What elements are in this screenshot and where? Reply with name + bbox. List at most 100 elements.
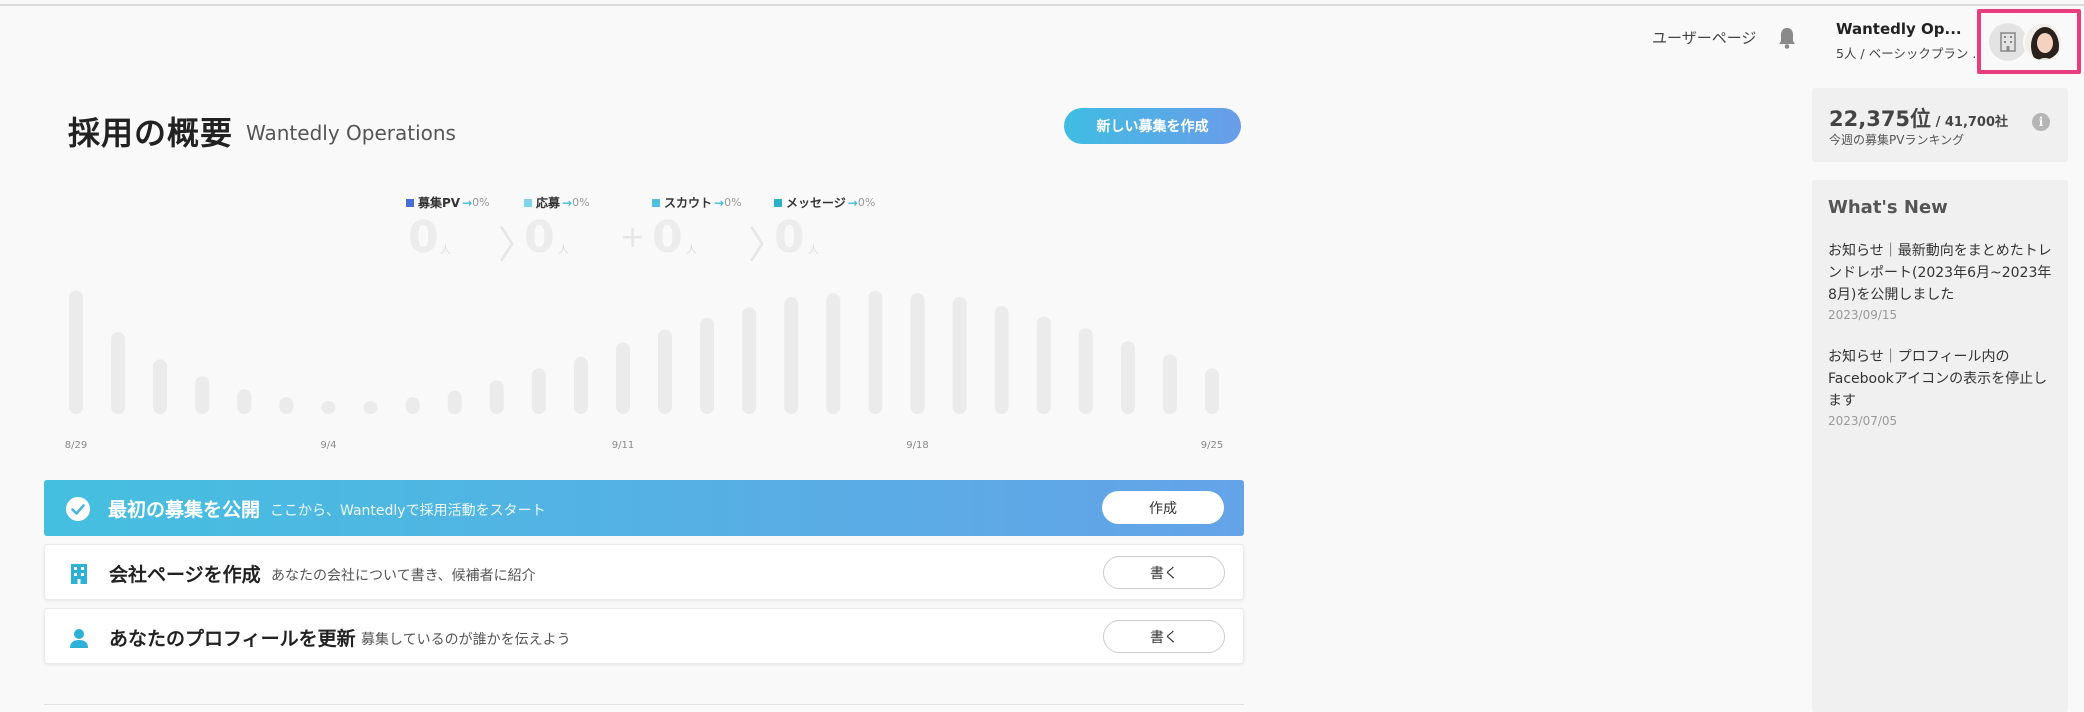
create-button[interactable]: 作成 bbox=[1102, 491, 1224, 524]
x-tick-label: 9/25 bbox=[1201, 440, 1223, 451]
account-name: Wantedly Op... bbox=[1836, 20, 1962, 38]
x-tick-label: 9/4 bbox=[320, 440, 336, 451]
chart-bar bbox=[826, 293, 841, 414]
news-text: お知らせ｜プロフィール内のFacebookアイコンの表示を停止します bbox=[1828, 349, 2048, 409]
building-icon bbox=[67, 562, 91, 586]
stat-pct: 0% bbox=[472, 196, 490, 209]
whats-new-panel: What's New お知らせ｜最新動向をまとめたトレンドレポート(2023年6… bbox=[1812, 180, 2068, 712]
task-title: あなたのプロフィールを更新 bbox=[109, 628, 356, 650]
chart-bar bbox=[195, 376, 210, 414]
ranking-rank: 22,375位 bbox=[1829, 107, 1932, 131]
news-text: お知らせ｜最新動向をまとめたトレンドレポート(2023年6月~2023年8月)を… bbox=[1828, 243, 2052, 303]
news-item[interactable]: お知らせ｜最新動向をまとめたトレンドレポート(2023年6月~2023年8月)を… bbox=[1828, 240, 2060, 322]
page-title: 採用の概要 bbox=[68, 114, 234, 152]
chart-bar bbox=[1036, 316, 1051, 414]
account-switcher[interactable]: Wantedly Op... 5人 / ベーシックプラン ... bbox=[1836, 20, 1976, 62]
stat-value-apply: 0 bbox=[524, 212, 555, 263]
company-name: Wantedly Operations bbox=[246, 121, 456, 145]
avatar-menu[interactable] bbox=[1977, 9, 2081, 74]
chart-bar bbox=[531, 368, 546, 414]
chart-bar bbox=[994, 306, 1009, 414]
chart-bar bbox=[1162, 354, 1177, 414]
stat-value-scout: 0 bbox=[652, 212, 683, 263]
chart-bar bbox=[784, 297, 799, 414]
stat-legend-message: メッセージ → 0% bbox=[774, 194, 875, 211]
stat-label: 応募 bbox=[536, 196, 561, 210]
task-desc: 募集しているのが誰かを伝えよう bbox=[361, 632, 571, 648]
avatar bbox=[2023, 22, 2063, 62]
pv-bar-chart: 8/29 9/4 9/11 9/18 9/25 bbox=[65, 290, 1223, 451]
chart-bar bbox=[69, 290, 83, 414]
chart-bar bbox=[952, 297, 967, 414]
write-profile-button[interactable]: 書く bbox=[1103, 620, 1225, 653]
stat-label: 募集PV bbox=[418, 196, 461, 210]
chart-bar bbox=[868, 290, 883, 414]
chart-bar bbox=[237, 389, 252, 414]
ranking-caption: 今週の募集PVランキング bbox=[1829, 133, 1965, 147]
chart-bar bbox=[700, 317, 715, 414]
company-building-icon bbox=[1989, 23, 2027, 61]
chart-bar bbox=[489, 380, 504, 414]
stat-value-message: 0 bbox=[774, 212, 805, 263]
chart-bar bbox=[573, 356, 588, 414]
write-company-button[interactable]: 書く bbox=[1103, 556, 1225, 589]
header: ユーザーページ Wantedly Op... 5人 / ベーシックプラン ... bbox=[0, 6, 2084, 74]
arrow-right-icon: → bbox=[562, 195, 573, 210]
arrow-right-icon: → bbox=[847, 195, 858, 210]
stat-pct: 0% bbox=[724, 196, 742, 209]
plus-icon: + bbox=[620, 220, 646, 255]
x-tick-label: 8/29 bbox=[65, 440, 87, 451]
news-date: 2023/07/05 bbox=[1828, 414, 1898, 428]
stat-pct: 0% bbox=[857, 196, 876, 209]
task-desc: ここから、Wantedlyで採用活動をスタート bbox=[270, 503, 546, 519]
chart-bar bbox=[658, 329, 672, 414]
stat-value-pv: 0 bbox=[408, 212, 439, 263]
chart-bar bbox=[405, 397, 420, 414]
stat-label: スカウト bbox=[664, 196, 713, 210]
chart-bar bbox=[1205, 368, 1219, 414]
divider bbox=[44, 704, 1244, 705]
stat-legend-apply: 応募 → 0% bbox=[524, 194, 590, 211]
stat-legend-pv: 募集PV → 0% bbox=[406, 194, 490, 211]
check-circle-icon bbox=[66, 497, 90, 521]
chart-bar bbox=[279, 397, 294, 414]
x-tick-label: 9/18 bbox=[906, 440, 928, 451]
chart-bar bbox=[111, 332, 126, 414]
task-update-profile: あなたのプロフィールを更新 募集しているのが誰かを伝えよう 書く bbox=[44, 608, 1244, 664]
ranking-total: / 41,700社 bbox=[1931, 115, 2009, 130]
user-page-link[interactable]: ユーザーページ bbox=[1652, 27, 1756, 48]
chart-bar bbox=[1078, 328, 1093, 414]
task-publish-first-job: 最初の募集を公開 ここから、Wantedlyで採用活動をスタート 作成 bbox=[44, 480, 1244, 536]
chart-bar bbox=[447, 390, 462, 414]
stat-label: メッセージ bbox=[786, 196, 846, 210]
legend-square-icon bbox=[652, 198, 660, 207]
task-title: 会社ページを作成 bbox=[109, 564, 261, 586]
pv-ranking-card: 22,375位 / 41,700社 今週の募集PVランキング i bbox=[1812, 88, 2068, 162]
person-icon bbox=[67, 626, 91, 650]
stat-unit: 人 bbox=[808, 243, 819, 256]
task-desc: あなたの会社について書き、候補者に紹介 bbox=[271, 568, 536, 584]
task-company-page: 会社ページを作成 あなたの会社について書き、候補者に紹介 書く bbox=[44, 544, 1244, 600]
stat-unit: 人 bbox=[440, 243, 451, 256]
legend-square-icon bbox=[774, 198, 782, 207]
stat-unit: 人 bbox=[558, 243, 569, 256]
chart-bar bbox=[1120, 341, 1135, 414]
whats-new-heading: What's New bbox=[1828, 197, 1948, 218]
stat-unit: 人 bbox=[686, 243, 697, 256]
create-job-button[interactable]: 新しい募集を作成 bbox=[1064, 108, 1241, 144]
chart-bar bbox=[742, 307, 757, 414]
bell-icon[interactable] bbox=[1776, 26, 1798, 50]
chart-bar bbox=[153, 359, 168, 414]
task-title: 最初の募集を公開 bbox=[108, 499, 261, 521]
chart-bar bbox=[363, 401, 378, 414]
info-icon[interactable]: i bbox=[2032, 113, 2050, 131]
news-date: 2023/09/15 bbox=[1828, 308, 1898, 322]
ranking-value: 22,375位 / 41,700社 bbox=[1829, 103, 2008, 133]
legend-square-icon bbox=[406, 198, 414, 207]
arrow-right-icon: → bbox=[462, 195, 473, 210]
news-item[interactable]: お知らせ｜プロフィール内のFacebookアイコンの表示を停止します 2023/… bbox=[1828, 346, 2060, 428]
arrow-right-icon: → bbox=[714, 195, 725, 210]
stat-legend-scout: スカウト → 0% bbox=[652, 194, 742, 211]
account-plan: 5人 / ベーシックプラン ... bbox=[1836, 46, 1976, 61]
chart-bar bbox=[910, 293, 925, 414]
